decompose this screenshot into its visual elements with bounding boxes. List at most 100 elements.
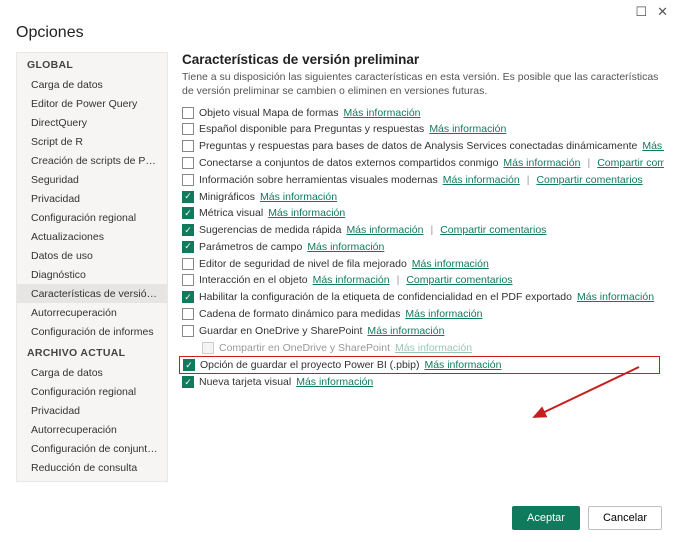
more-info-link[interactable]: Más información [577, 291, 654, 303]
feature-row: ✓ Sugerencias de medida rápida Más informa… [182, 222, 660, 239]
close-icon[interactable]: ✕ [657, 4, 668, 20]
sidebar-item[interactable]: Datos de uso [17, 246, 167, 265]
feature-checkbox[interactable]: ✓ [183, 359, 195, 371]
more-info-link[interactable]: Más información [424, 359, 501, 371]
feature-label: Conectarse a conjuntos de datos externos… [199, 157, 498, 169]
more-info-link[interactable]: Más información [346, 224, 423, 236]
feature-label: Interacción en el objeto [199, 274, 308, 286]
separator: | [397, 274, 400, 286]
sidebar-item[interactable]: Autorrecuperación [17, 420, 167, 439]
sidebar-item[interactable]: DirectQuery [17, 113, 167, 132]
feature-row: ✓ Opción de guardar el proyecto Power BI … [179, 356, 660, 374]
feature-checkbox[interactable] [182, 157, 194, 169]
more-info-link[interactable]: Más información [412, 258, 489, 270]
sidebar-item[interactable]: Creación de scripts de Python [17, 151, 167, 170]
more-info-link[interactable]: Más información [268, 207, 345, 219]
more-info-link[interactable]: Más información [307, 241, 384, 253]
maximize-icon[interactable]: ☐ [635, 4, 647, 20]
feature-label: Preguntas y respuestas para bases de dat… [199, 140, 637, 152]
feature-label: Editor de seguridad de nivel de fila mej… [199, 258, 407, 270]
feature-checkbox[interactable]: ✓ [182, 291, 194, 303]
sidebar-item[interactable]: Configuración regional [17, 208, 167, 227]
more-info-link[interactable]: Más información [296, 376, 373, 388]
sidebar-item[interactable]: Privacidad [17, 189, 167, 208]
feature-label: Nueva tarjeta visual [199, 376, 291, 388]
sidebar-item[interactable]: Carga de datos [17, 75, 167, 94]
feature-row: Interacción en el objeto Más información |… [182, 272, 660, 289]
more-info-link[interactable]: Más información [367, 325, 444, 337]
share-comments-link[interactable]: Compartir comentarios [440, 224, 546, 236]
feature-row: Información sobre herramientas visuales … [182, 171, 660, 188]
feature-checkbox[interactable]: ✓ [182, 376, 194, 388]
feature-checkbox[interactable]: ✓ [182, 224, 194, 236]
sidebar-item[interactable]: Actualizaciones [17, 227, 167, 246]
feature-label: Minigráficos [199, 191, 255, 203]
feature-checkbox[interactable]: ✓ [182, 191, 194, 203]
feature-label: Cadena de formato dinámico para medidas [199, 308, 400, 320]
sidebar-item[interactable]: Seguridad [17, 170, 167, 189]
sidebar-item[interactable]: Configuración de informes [17, 477, 167, 482]
feature-row: Objeto visual Mapa de formas Más informac… [182, 104, 660, 121]
feature-checkbox[interactable] [182, 258, 194, 270]
feature-row: Guardar en OneDrive y SharePoint Más info… [182, 322, 660, 339]
feature-checkbox[interactable] [182, 107, 194, 119]
sidebar-item[interactable]: Configuración regional [17, 382, 167, 401]
page-heading: Características de versión preliminar [182, 52, 660, 67]
sidebar-item[interactable]: Características de versión prelimi... [17, 284, 167, 303]
sidebar-item[interactable]: Configuración de informes [17, 322, 167, 341]
feature-row: Preguntas y respuestas para bases de dat… [182, 138, 660, 155]
feature-row: Editor de seguridad de nivel de fila mej… [182, 255, 660, 272]
sidebar-item[interactable]: Editor de Power Query [17, 94, 167, 113]
feature-checkbox[interactable] [182, 325, 194, 337]
more-info-link[interactable]: Más información [395, 342, 472, 354]
feature-checkbox[interactable] [182, 140, 194, 152]
feature-row: ✓ Nueva tarjeta visual Más información [182, 374, 660, 391]
ok-button[interactable]: Aceptar [512, 506, 580, 530]
feature-label: Opción de guardar el proyecto Power BI (… [200, 359, 419, 371]
feature-label: Sugerencias de medida rápida [199, 224, 341, 236]
feature-checkbox[interactable] [182, 308, 194, 320]
share-comments-link[interactable]: Compartir comentarios [406, 274, 512, 286]
more-info-link[interactable]: Más información [313, 274, 390, 286]
cancel-button[interactable]: Cancelar [588, 506, 662, 530]
sidebar-item[interactable]: Diagnóstico [17, 265, 167, 284]
more-info-link[interactable]: Más información [429, 123, 506, 135]
share-comments-link[interactable]: Compartir comentarios [597, 157, 664, 169]
feature-row: ✓Habilitar la configuración de la etique… [182, 289, 660, 306]
feature-row: Español disponible para Preguntas y resp… [182, 121, 660, 138]
sidebar-item[interactable]: Script de R [17, 132, 167, 151]
more-info-link[interactable]: Más información [503, 157, 580, 169]
more-info-link[interactable]: Más información [405, 308, 482, 320]
feature-checkbox[interactable] [182, 123, 194, 135]
more-info-link[interactable]: Más información [260, 191, 337, 203]
feature-label: Español disponible para Preguntas y resp… [199, 123, 424, 135]
intro-text: Tiene a su disposición las siguientes ca… [182, 71, 660, 98]
feature-row: ✓Métrica visualMás información [182, 205, 660, 222]
sidebar-item[interactable]: Reducción de consulta [17, 458, 167, 477]
window-title: Opciones [0, 20, 676, 52]
feature-checkbox[interactable]: ✓ [182, 241, 194, 253]
more-info-link[interactable]: Más información [443, 174, 520, 186]
feature-checkbox[interactable]: ✓ [182, 207, 194, 219]
feature-label: Compartir en OneDrive y SharePoint [219, 342, 390, 354]
sidebar-item[interactable]: Autorrecuperación [17, 303, 167, 322]
feature-label: Objeto visual Mapa de formas [199, 107, 338, 119]
feature-checkbox [202, 342, 214, 354]
feature-row: ✓Parámetros de campoMás información [182, 239, 660, 256]
sidebar-group-header: GLOBAL [17, 53, 167, 75]
feature-checkbox[interactable] [182, 274, 194, 286]
feature-row: Conectarse a conjuntos de datos externos… [182, 155, 660, 172]
sidebar-item[interactable]: Privacidad [17, 401, 167, 420]
feature-label: Guardar en OneDrive y SharePoint [199, 325, 362, 337]
sidebar-item[interactable]: Configuración de conjunto de da... [17, 439, 167, 458]
main-panel: Características de versión preliminar Ti… [168, 52, 664, 482]
separator: | [527, 174, 530, 186]
feature-label: Información sobre herramientas visuales … [199, 174, 438, 186]
share-comments-link[interactable]: Compartir comentarios [536, 174, 642, 186]
sidebar-item[interactable]: Carga de datos [17, 363, 167, 382]
more-info-link[interactable]: Más información [343, 107, 420, 119]
sidebar: GLOBALCarga de datosEditor de Power Quer… [16, 52, 168, 482]
feature-checkbox[interactable] [182, 174, 194, 186]
feature-row: ✓ Minigráficos Más información [182, 188, 660, 205]
more-info-link[interactable]: Más información [642, 140, 664, 152]
